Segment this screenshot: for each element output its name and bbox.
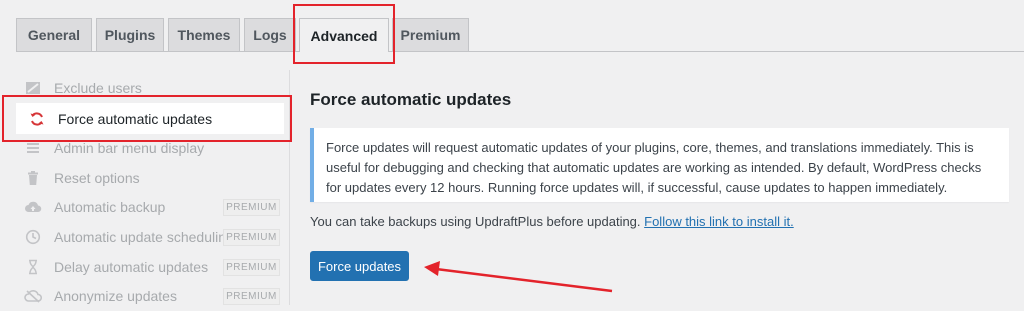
sidebar-item-delay-updates[interactable]: Delay automatic updates PREMIUM bbox=[16, 252, 284, 282]
menu-icon bbox=[22, 137, 44, 159]
tab-general[interactable]: General bbox=[16, 18, 92, 51]
trash-icon bbox=[22, 167, 44, 189]
tab-logs[interactable]: Logs bbox=[244, 18, 296, 51]
backup-text: You can take backups using UpdraftPlus b… bbox=[310, 214, 645, 229]
tab-plugins[interactable]: Plugins bbox=[96, 18, 164, 51]
sidebar-item-label: Anonymize updates bbox=[54, 288, 177, 304]
clock-icon bbox=[22, 226, 44, 248]
sidebar-item-label: Delay automatic updates bbox=[54, 259, 209, 275]
cloud-upload-icon bbox=[22, 196, 44, 218]
premium-badge: PREMIUM bbox=[223, 287, 280, 305]
sidebar-divider bbox=[289, 70, 290, 305]
sidebar-item-label: Force automatic updates bbox=[58, 110, 213, 127]
tabs-divider bbox=[16, 51, 1024, 52]
notice-text: Force updates will request automatic upd… bbox=[326, 140, 982, 195]
hourglass-icon bbox=[22, 256, 44, 278]
cloud-icon bbox=[22, 285, 44, 307]
tab-advanced[interactable]: Advanced bbox=[299, 18, 389, 52]
premium-badge: PREMIUM bbox=[223, 198, 280, 216]
force-updates-button[interactable]: Force updates bbox=[310, 251, 409, 281]
sidebar-item-label: Admin bar menu display bbox=[54, 140, 205, 156]
install-updraftplus-link[interactable]: Follow this link to install it. bbox=[644, 214, 794, 229]
sidebar-item-exclude-users[interactable]: Exclude users bbox=[16, 73, 284, 103]
sidebar-item-update-scheduling[interactable]: Automatic update scheduling PREMIUM bbox=[16, 222, 284, 252]
sidebar-item-reset-options[interactable]: Reset options bbox=[16, 163, 284, 193]
page-title: Force automatic updates bbox=[310, 90, 512, 109]
tab-premium[interactable]: Premium bbox=[392, 18, 469, 51]
info-notice: Force updates will request automatic upd… bbox=[310, 128, 1009, 202]
sidebar-item-label: Reset options bbox=[54, 170, 140, 186]
tab-themes[interactable]: Themes bbox=[168, 18, 240, 51]
sidebar-item-anonymize-updates[interactable]: Anonymize updates PREMIUM bbox=[16, 281, 284, 311]
backup-hint: You can take backups using UpdraftPlus b… bbox=[310, 214, 794, 229]
sidebar-item-force-automatic-updates[interactable]: Force automatic updates bbox=[16, 103, 284, 134]
nav-tabs: General Plugins Themes Logs Advanced Pre… bbox=[0, 0, 1024, 52]
sidebar-item-label: Exclude users bbox=[54, 80, 142, 96]
sidebar-item-label: Automatic backup bbox=[54, 199, 166, 215]
sidebar-item-automatic-backup[interactable]: Automatic backup PREMIUM bbox=[16, 192, 284, 222]
premium-badge: PREMIUM bbox=[223, 258, 280, 276]
update-icon bbox=[26, 108, 48, 130]
sidebar-item-admin-bar-menu[interactable]: Admin bar menu display bbox=[16, 133, 284, 163]
users-icon bbox=[22, 77, 44, 99]
premium-badge: PREMIUM bbox=[223, 228, 280, 246]
sidebar-item-label: Automatic update scheduling bbox=[54, 229, 223, 245]
